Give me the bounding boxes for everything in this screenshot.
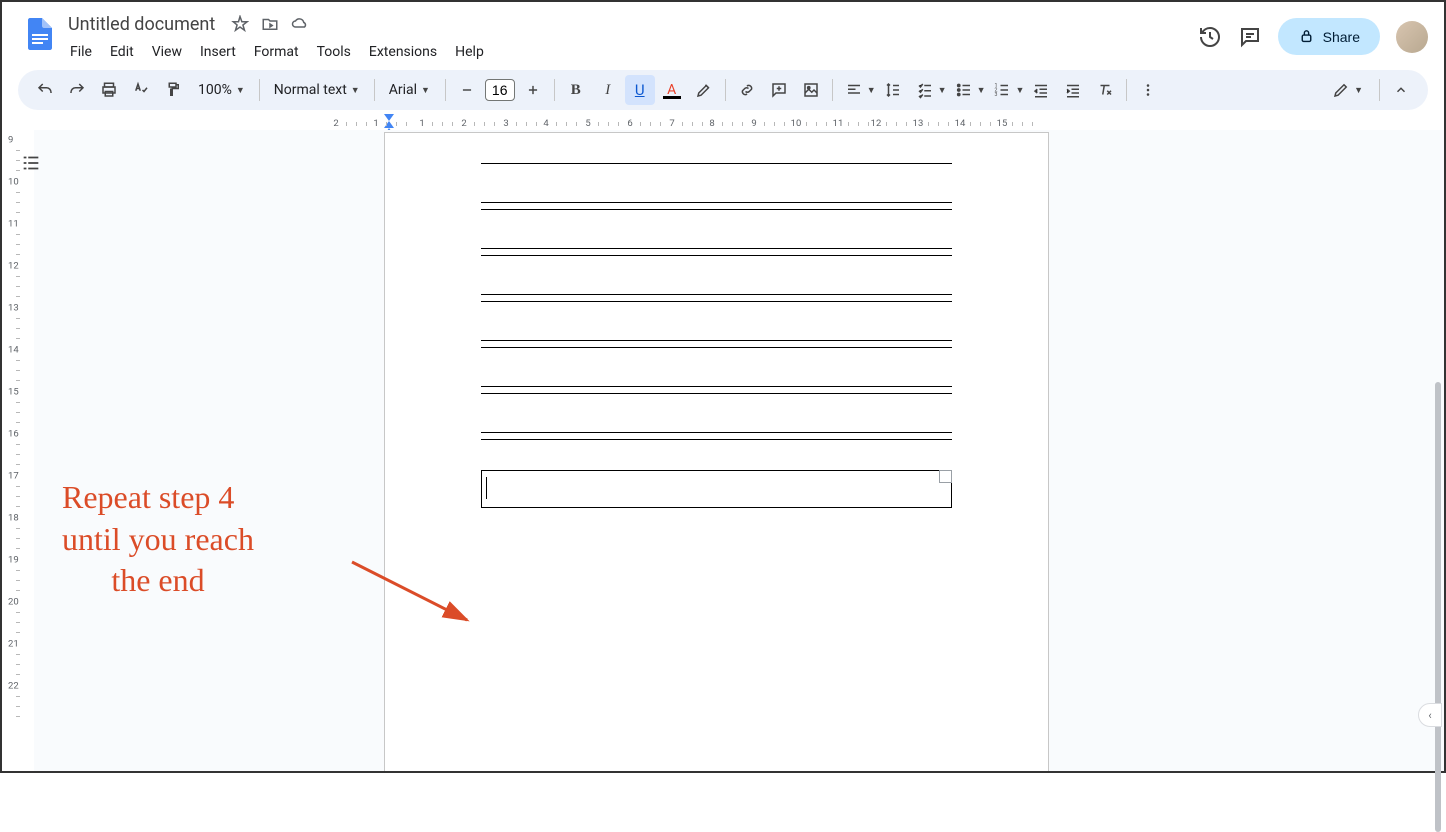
vertical-ruler[interactable]: 910111213141516171819202122 [2,130,34,771]
image-button[interactable] [796,75,826,105]
overflow-menu-button[interactable] [1133,75,1163,105]
numbered-list-button[interactable]: 123 [987,75,1017,105]
table-cell[interactable] [481,470,952,508]
redo-button[interactable] [62,75,92,105]
menu-file[interactable]: File [62,40,100,64]
horizontal-ruler[interactable]: 21123456789101112131415 [34,114,1424,130]
checklist-button[interactable] [910,75,940,105]
comments-icon[interactable] [1238,25,1262,49]
font-size-input[interactable] [485,79,515,101]
indent-increase-button[interactable] [1058,75,1088,105]
menu-insert[interactable]: Insert [192,40,244,64]
docs-logo[interactable] [18,14,58,54]
paint-format-button[interactable] [158,75,188,105]
menu-format[interactable]: Format [246,40,307,64]
text-color-button[interactable]: A [657,75,687,105]
share-label: Share [1323,29,1360,45]
text-cursor [486,477,487,499]
editing-mode-button[interactable]: ▼ [1322,81,1373,99]
menu-extensions[interactable]: Extensions [361,40,445,64]
document-page[interactable] [384,132,1049,771]
toolbar: 100%▼ Normal text▼ Arial▼ B I U A ▼ ▼ ▼ … [18,70,1428,110]
menu-bar: File Edit View Insert Format Tools Exten… [62,38,1198,66]
undo-button[interactable] [30,75,60,105]
clear-formatting-button[interactable] [1090,75,1120,105]
svg-text:3: 3 [995,92,998,98]
annotation-text: Repeat step 4 until you reach the end [62,477,254,602]
collapse-toolbar-button[interactable] [1386,75,1416,105]
share-button[interactable]: Share [1278,18,1380,55]
link-button[interactable] [732,75,762,105]
menu-view[interactable]: View [144,40,190,64]
spellcheck-button[interactable] [126,75,156,105]
doc-title[interactable]: Untitled document [62,12,221,37]
paragraph-style-select[interactable]: Normal text▼ [266,75,368,105]
menu-tools[interactable]: Tools [309,40,359,64]
underline-button[interactable]: U [625,75,655,105]
line-spacing-button[interactable] [878,75,908,105]
move-icon[interactable] [261,15,279,33]
print-button[interactable] [94,75,124,105]
bullet-list-button[interactable] [949,75,979,105]
zoom-select[interactable]: 100%▼ [190,75,253,105]
add-comment-button[interactable] [764,75,794,105]
avatar[interactable] [1396,21,1428,53]
font-size-increase[interactable] [518,75,548,105]
font-size-decrease[interactable] [452,75,482,105]
highlight-button[interactable] [689,75,719,105]
italic-button[interactable]: I [593,75,623,105]
outline-toggle-button[interactable] [16,148,46,178]
history-icon[interactable] [1198,25,1222,49]
scrollbar-thumb[interactable] [1435,382,1441,832]
align-button[interactable] [839,75,869,105]
bold-button[interactable]: B [561,75,591,105]
star-icon[interactable] [231,15,249,33]
side-panel-toggle[interactable]: ‹ [1418,703,1442,727]
menu-edit[interactable]: Edit [102,40,142,64]
table-handle-icon[interactable] [939,470,952,483]
font-select[interactable]: Arial▼ [381,75,439,105]
annotation-arrow-icon [342,552,502,642]
menu-help[interactable]: Help [447,40,492,64]
indent-decrease-button[interactable] [1026,75,1056,105]
cloud-status-icon[interactable] [291,15,309,33]
